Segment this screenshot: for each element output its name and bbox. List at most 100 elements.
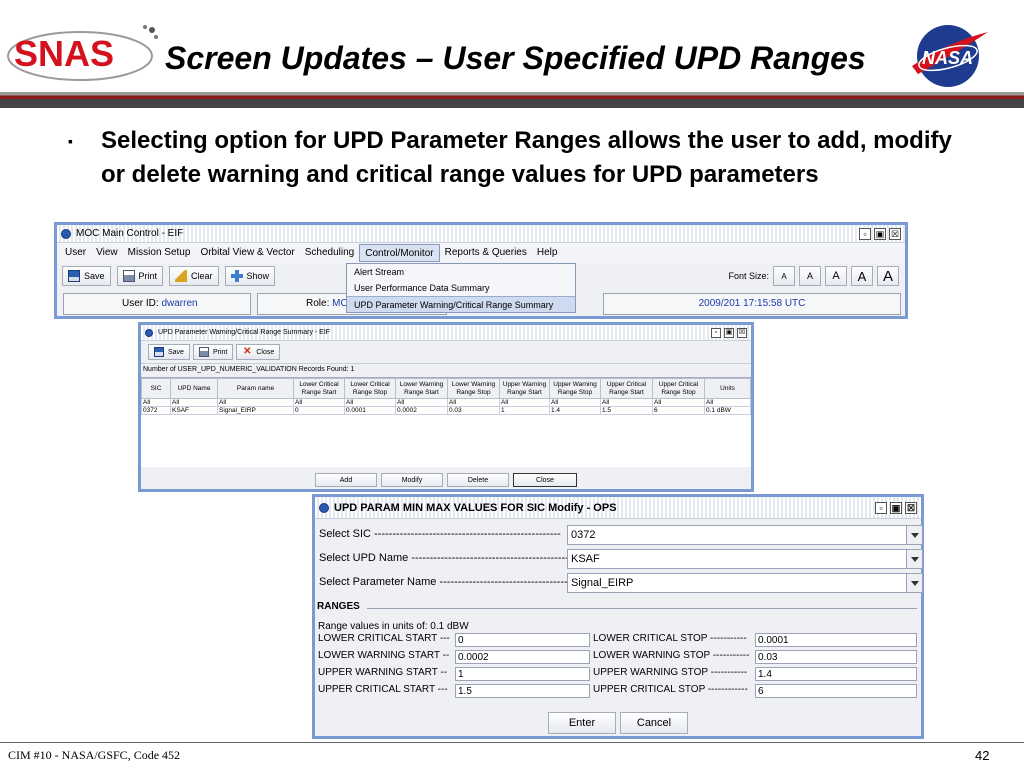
range-units-text: Range values in units of: 0.1 dBW: [318, 621, 469, 632]
menu-item-user-performance-data-summary[interactable]: User Performance Data Summary: [347, 280, 575, 296]
page-number: 42: [975, 748, 990, 763]
minimize-button[interactable]: ▫: [711, 327, 721, 338]
column-header[interactable]: Upper Critical Range Stop: [652, 378, 705, 399]
chevron-down-icon[interactable]: [906, 574, 922, 592]
modify-window-title: UPD PARAM MIN MAX VALUES FOR SIC Modify …: [334, 501, 617, 514]
table-cell: 1.5: [600, 406, 653, 415]
save-label: Save: [168, 348, 184, 356]
menu-mission-setup[interactable]: Mission Setup: [123, 244, 196, 262]
menu-orbital-view-vector[interactable]: Orbital View & Vector: [195, 244, 299, 262]
delete-button[interactable]: Delete: [447, 473, 509, 487]
enter-button[interactable]: Enter: [548, 712, 616, 734]
modify-button[interactable]: Modify: [381, 473, 443, 487]
column-header[interactable]: Units: [704, 378, 751, 399]
column-header[interactable]: Upper Warning Range Start: [499, 378, 550, 399]
print-button[interactable]: Print: [192, 344, 234, 360]
minimize-button[interactable]: ▫: [875, 501, 887, 514]
menu-help[interactable]: Help: [532, 244, 563, 262]
table-cell: 6: [652, 406, 705, 415]
maximize-button[interactable]: ▣: [724, 327, 734, 338]
font-size-button-4[interactable]: A: [851, 266, 873, 286]
upper-warning-stop-input[interactable]: 1.4: [755, 667, 917, 681]
maximize-button[interactable]: ▣: [874, 227, 886, 240]
select-upd-name-label: Select UPD Name ------------------------…: [319, 552, 569, 564]
font-size-button-2[interactable]: A: [799, 266, 821, 286]
chevron-down-icon[interactable]: [906, 550, 922, 568]
lower-warning-start-label: LOWER WARNING START --: [318, 650, 450, 661]
close-button[interactable]: ☒: [889, 227, 901, 240]
role-label: Role:: [306, 298, 330, 309]
column-header[interactable]: UPD Name: [170, 378, 218, 399]
upper-warning-start-input[interactable]: 1: [455, 667, 590, 681]
menu-reports-queries[interactable]: Reports & Queries: [440, 244, 532, 262]
lower-warning-start-input[interactable]: 0.0002: [455, 650, 590, 664]
table-cell: All: [395, 398, 448, 407]
modify-titlebar[interactable]: UPD PARAM MIN MAX VALUES FOR SIC Modify …: [315, 497, 921, 519]
modify-button-row: Enter Cancel: [315, 712, 921, 734]
table-row[interactable]: 0372 KSAF Signal_EIRP 0 0.0001 0.0002 0.…: [141, 406, 751, 415]
add-button[interactable]: Add: [315, 473, 377, 487]
utc-time-cell: 2009/201 17:15:58 UTC: [603, 293, 901, 315]
close-button[interactable]: Close: [513, 473, 577, 487]
font-size-button-5[interactable]: A: [877, 266, 899, 286]
menu-control-monitor[interactable]: Control/Monitor: [359, 244, 440, 262]
print-label: Print: [138, 271, 158, 281]
close-x-icon: ✕: [243, 346, 252, 357]
footer-divider: [0, 742, 1024, 743]
close-button[interactable]: ✕ Close: [236, 344, 281, 360]
table-cell: 1.4: [549, 406, 601, 415]
cancel-button[interactable]: Cancel: [620, 712, 688, 734]
chevron-down-icon[interactable]: [906, 526, 922, 544]
table-cell: All: [170, 398, 218, 407]
select-upd-name-dropdown[interactable]: KSAF: [567, 549, 923, 569]
select-upd-name-value: KSAF: [571, 553, 600, 565]
save-button[interactable]: Save: [62, 266, 111, 286]
table-cell: 0372: [141, 406, 171, 415]
font-size-button-1[interactable]: A: [773, 266, 795, 286]
menu-view[interactable]: View: [91, 244, 123, 262]
lower-critical-stop-input[interactable]: 0.0001: [755, 633, 917, 647]
table-cell: All: [293, 398, 345, 407]
table-row[interactable]: All All All All All All All All All All …: [141, 398, 751, 407]
clear-button[interactable]: Clear: [169, 266, 219, 286]
upd-titlebar[interactable]: UPD Parameter Warning/Critical Range Sum…: [141, 325, 751, 341]
menu-item-alert-stream[interactable]: Alert Stream: [347, 264, 575, 280]
close-button[interactable]: ☒: [905, 501, 917, 514]
show-button[interactable]: Show: [224, 266, 276, 286]
column-header[interactable]: Lower Warning Range Start: [395, 378, 448, 399]
column-header[interactable]: Param name: [217, 378, 294, 399]
maximize-button[interactable]: ▣: [890, 501, 902, 514]
select-sic-row: Select SIC -----------------------------…: [319, 525, 923, 545]
upper-critical-start-input[interactable]: 1.5: [455, 684, 590, 698]
bullet-point: ▪ Selecting option for UPD Parameter Ran…: [68, 124, 968, 192]
menu-scheduling[interactable]: Scheduling: [300, 244, 359, 262]
column-header[interactable]: Upper Warning Range Stop: [549, 378, 601, 399]
menu-bar: User View Mission Setup Orbital View & V…: [57, 243, 905, 263]
column-header[interactable]: Lower Warning Range Stop: [447, 378, 500, 399]
font-size-button-3[interactable]: A: [825, 266, 847, 286]
menu-item-upd-parameter-range-summary[interactable]: UPD Parameter Warning/Critical Range Sum…: [347, 296, 575, 312]
print-button[interactable]: Print: [116, 266, 164, 286]
moc-main-control-window: MOC Main Control - EIF ▫ ▣ ☒ User View M…: [54, 222, 908, 319]
close-button[interactable]: ☒: [737, 327, 747, 338]
column-header[interactable]: Lower Critical Range Start: [293, 378, 345, 399]
upper-warning-start-label: UPPER WARNING START --: [318, 667, 448, 678]
select-parameter-name-dropdown[interactable]: Signal_EIRP: [567, 573, 923, 593]
column-header[interactable]: Upper Critical Range Start: [600, 378, 653, 399]
moc-titlebar[interactable]: MOC Main Control - EIF ▫ ▣ ☒: [57, 225, 905, 243]
select-sic-dropdown[interactable]: 0372: [567, 525, 923, 545]
lower-warning-stop-input[interactable]: 0.03: [755, 650, 917, 664]
column-header[interactable]: SIC: [141, 378, 171, 399]
column-header[interactable]: Lower Critical Range Stop: [344, 378, 396, 399]
app-icon: [319, 502, 329, 513]
upd-modify-window: UPD PARAM MIN MAX VALUES FOR SIC Modify …: [312, 494, 924, 739]
save-icon: [154, 347, 164, 357]
records-table: SIC UPD Name Param name Lower Critical R…: [141, 377, 751, 467]
minimize-button[interactable]: ▫: [859, 227, 871, 240]
lower-critical-start-input[interactable]: 0: [455, 633, 590, 647]
close-label: Close: [256, 348, 275, 356]
upper-critical-stop-input[interactable]: 6: [755, 684, 917, 698]
save-button[interactable]: Save: [148, 344, 190, 360]
menu-user[interactable]: User: [60, 244, 91, 262]
bullet-text: Selecting option for UPD Parameter Range…: [101, 127, 952, 188]
